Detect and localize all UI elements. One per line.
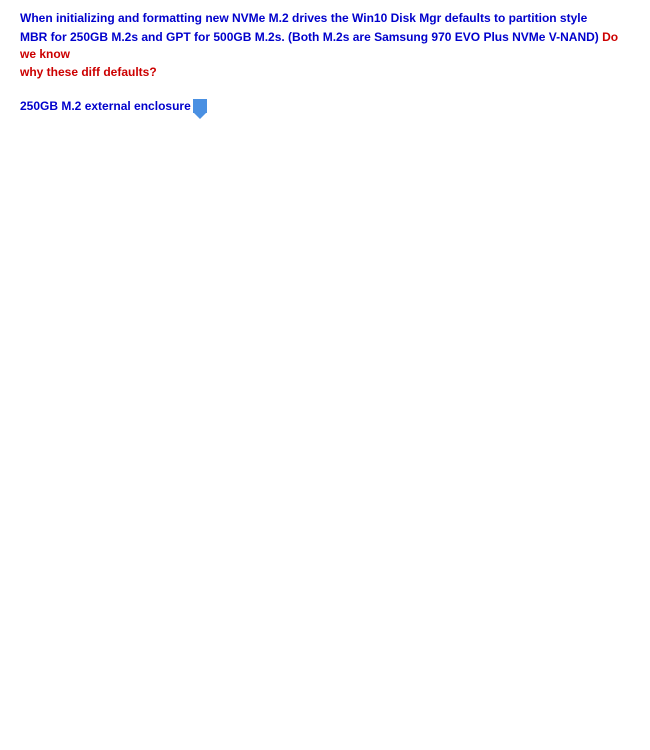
context-line1: When initializing and formatting new NVM… [20,10,630,27]
context-line3: why these diff defaults? [20,64,630,81]
arrow-down-icon [193,99,207,113]
section-title: 250GB M.2 external enclosure [20,99,630,113]
context-line2: MBR for 250GB M.2s and GPT for 500GB M.2… [20,29,630,63]
context-line2a: MBR for 250GB M.2s and GPT for 500GB M.2… [20,30,602,44]
